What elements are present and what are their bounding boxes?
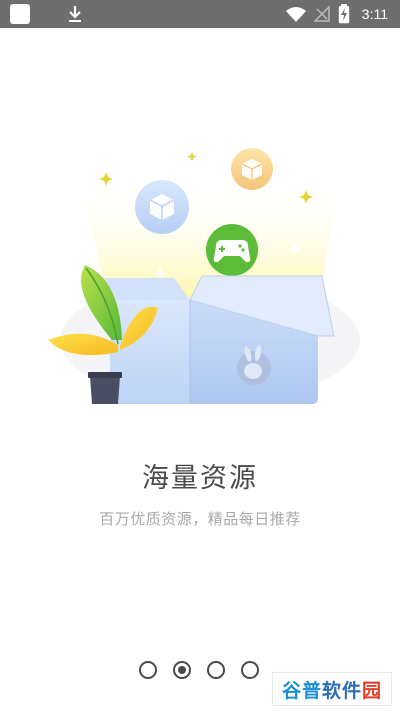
sparkle-icon (187, 152, 197, 161)
status-time: 3:11 (361, 6, 388, 22)
page-dot-1[interactable] (139, 661, 157, 679)
wifi-icon (285, 7, 306, 22)
no-signal-icon (313, 6, 330, 22)
onboarding-subtitle: 百万优质资源，精品每日推荐 (99, 510, 301, 528)
watermark-part2: 软件 (321, 679, 362, 702)
resource-box-illustration (48, 148, 360, 404)
blue-cube-bubble (135, 180, 189, 234)
orange-cube-bubble (231, 148, 273, 190)
watermark-part3: 园 (362, 679, 383, 702)
page-dot-4[interactable] (241, 661, 259, 679)
download-icon (69, 6, 81, 22)
battery-charging-icon (338, 4, 349, 24)
gamepad-bubble-icon (206, 224, 258, 276)
status-bar: 3:11 (0, 0, 400, 28)
watermark-logo: 谷普 软件 园 (272, 672, 392, 706)
page-dot-2-active[interactable] (173, 661, 191, 679)
onboarding-title: 海量资源 (142, 463, 258, 494)
page-indicator (139, 661, 259, 679)
watermark-part1: 谷普 (281, 679, 322, 702)
page-dot-3[interactable] (207, 661, 225, 679)
app-square-icon (10, 4, 30, 24)
